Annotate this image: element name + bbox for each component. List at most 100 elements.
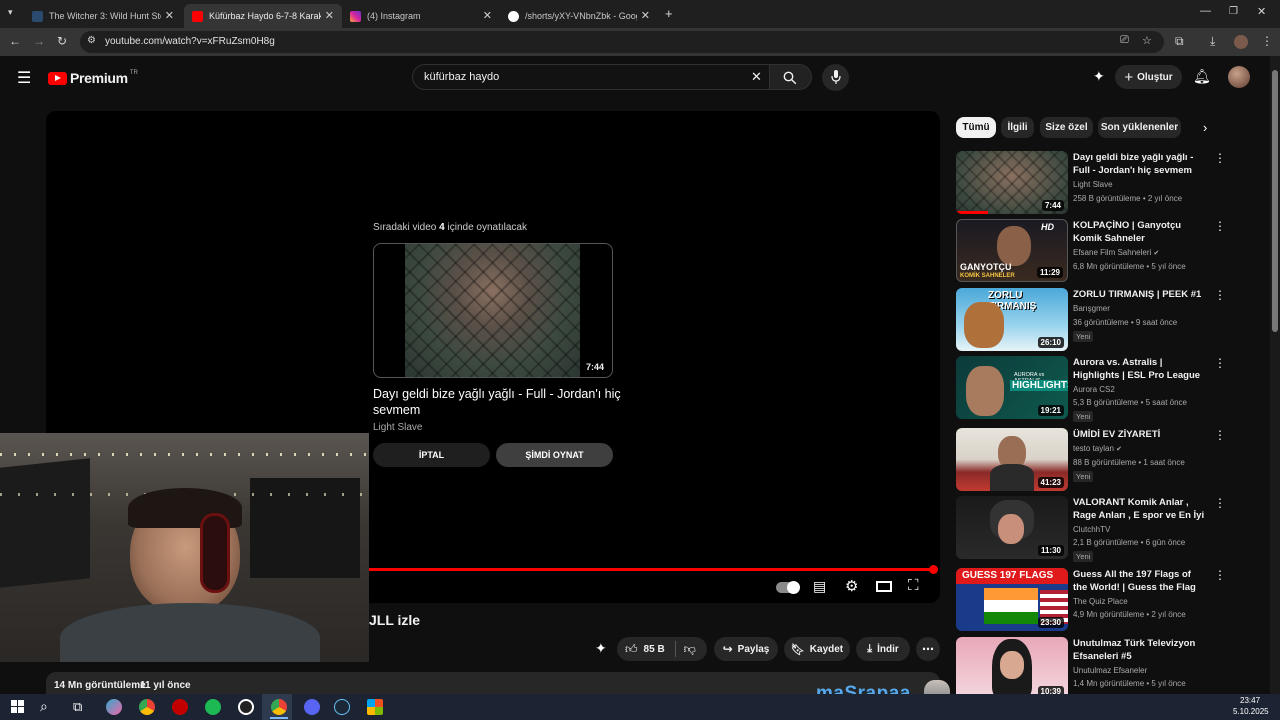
copilot-icon[interactable] — [106, 699, 122, 715]
forward-icon[interactable]: → — [33, 34, 45, 48]
recommendation-item[interactable]: AURORA vs ASTRALIS HIGHLIGHTS 19:21 Auro… — [956, 356, 1226, 422]
recommendation-channel[interactable]: Aurora CS2 — [1073, 385, 1115, 394]
save-button[interactable]: 🔖︎ Kaydet — [784, 637, 850, 661]
opera-icon[interactable] — [172, 699, 188, 715]
download-icon[interactable]: ⤓ — [1210, 34, 1215, 49]
tab-instagram[interactable]: (4) Instagram ✕ — [342, 4, 500, 28]
youtube-logo[interactable]: Premium TR — [48, 70, 138, 86]
app-icon[interactable] — [367, 699, 383, 715]
profile-avatar[interactable] — [1234, 35, 1248, 49]
autoplay-toggle[interactable] — [776, 581, 800, 594]
fullscreen-icon[interactable]: ⛶ — [908, 577, 919, 594]
recommendation-title[interactable]: Aurora vs. Astralis | Highlights | ESL P… — [1073, 356, 1207, 382]
filter-chip-all[interactable]: Tümü — [956, 117, 996, 138]
tab-youtube[interactable]: Küfürbaz Haydo 6-7-8 Karakol ✕ — [184, 4, 342, 28]
cancel-autoplay-button[interactable]: İPTAL — [373, 443, 490, 467]
upnext-thumbnail[interactable]: 7:44 — [373, 243, 613, 378]
recommendation-item[interactable]: ZORLU TIRMANIŞ 26:10 ZORLU TIRMANIŞ | PE… — [956, 288, 1226, 351]
search-input[interactable]: küfürbaz haydo ✕ — [412, 64, 770, 90]
close-tab-icon[interactable]: ✕ — [641, 9, 650, 22]
recommendation-menu-icon[interactable]: ⋮ — [1214, 496, 1226, 510]
progress-scrubber[interactable] — [929, 565, 938, 574]
clock-date[interactable]: 5.10.2025 — [1233, 707, 1269, 716]
video-thumbnail[interactable]: GUESS 197 FLAGS 23:30 — [956, 568, 1068, 631]
page-scrollbar[interactable] — [1270, 56, 1280, 694]
recommendation-channel[interactable]: The Quiz Place — [1073, 597, 1128, 606]
recommendation-channel[interactable]: ClutchhTV — [1073, 525, 1110, 534]
taskbar-search-icon[interactable]: ⌕ — [40, 698, 48, 715]
recommendation-menu-icon[interactable]: ⋮ — [1214, 637, 1216, 651]
window-close-icon[interactable]: ✕ — [1257, 5, 1266, 18]
download-button[interactable]: ⤓ İndir — [856, 637, 910, 661]
filter-chip-recent[interactable]: Son yüklenenler — [1098, 117, 1181, 138]
recommendation-channel[interactable]: Barışgmer — [1073, 304, 1110, 313]
notifications-bell-icon[interactable]: 🔔︎ — [1193, 68, 1211, 85]
recommendation-menu-icon[interactable]: ⋮ — [1214, 151, 1226, 165]
clear-search-icon[interactable]: ✕ — [751, 69, 762, 85]
recommendation-title[interactable]: ZORLU TIRMANIŞ | PEEK #1 — [1073, 288, 1207, 301]
recommendation-item[interactable]: 10:39 Unutulmaz Türk Televizyon Efsanele… — [956, 637, 1216, 694]
recommendation-channel[interactable]: testo taylan ✔ — [1073, 444, 1122, 453]
close-tab-icon[interactable]: ✕ — [325, 9, 334, 22]
recommendation-channel[interactable]: Light Slave — [1073, 180, 1113, 189]
clock-time[interactable]: 23:47 — [1240, 696, 1260, 705]
gemini-sparkle-icon[interactable]: ✦ — [1093, 68, 1105, 85]
recommendation-channel[interactable]: Efsane Film Sahneleri ✔ — [1073, 248, 1159, 257]
scrollbar-thumb[interactable] — [1272, 70, 1278, 332]
recommendation-menu-icon[interactable]: ⋮ — [1214, 356, 1226, 370]
menu-kebab-icon[interactable]: ⋮ — [1261, 34, 1273, 48]
recommendation-title[interactable]: Dayı geldi bize yağlı yağlı - Full - Jor… — [1073, 151, 1207, 177]
recommendation-item[interactable]: 7:44 Dayı geldi bize yağlı yağlı - Full … — [956, 151, 1226, 214]
recommendation-title[interactable]: Guess All the 197 Flags of the World! | … — [1073, 568, 1207, 594]
filter-chip-related[interactable]: İlgili — [1001, 117, 1034, 138]
recommendation-item[interactable]: 11:30 VALORANT Komik Anlar , Rage Anları… — [956, 496, 1226, 562]
minimize-icon[interactable]: — — [1200, 5, 1211, 17]
like-count[interactable]: 85 B — [644, 644, 665, 655]
search-button[interactable] — [770, 64, 812, 90]
extensions-icon[interactable]: ⧉ — [1175, 34, 1184, 49]
task-view-icon[interactable]: ⧉ — [73, 699, 82, 715]
voice-search-button[interactable] — [822, 64, 849, 91]
new-tab-button[interactable]: + — [665, 6, 673, 21]
recommendation-menu-icon[interactable]: ⋮ — [1214, 428, 1226, 442]
recommendation-title[interactable]: KOLPAÇİNO | Ganyotçu Komik Sahneler — [1073, 219, 1207, 245]
tab-witcher[interactable]: The Witcher 3: Wild Hunt Steam ✕ — [24, 4, 182, 28]
video-thumbnail[interactable]: AURORA vs ASTRALIS HIGHLIGHTS 19:21 — [956, 356, 1068, 419]
recommendation-item[interactable]: GUESS 197 FLAGS 23:30 Guess All the 197 … — [956, 568, 1226, 631]
steam-icon[interactable] — [334, 699, 350, 715]
video-thumbnail[interactable]: 10:39 — [956, 637, 1068, 694]
restore-icon[interactable]: ❐ — [1229, 6, 1238, 17]
address-bar[interactable]: ⚙ youtube.com/watch?v=xFRuZsm0H8g ⎚ ☆ — [80, 31, 1164, 53]
dislike-thumb-icon[interactable]: 👎︎ — [684, 642, 696, 657]
windows-start-icon[interactable] — [11, 700, 25, 714]
recommendation-item[interactable]: 41:23 ÜMİDİ EV ZİYARETİ testo taylan ✔ 8… — [956, 428, 1226, 491]
reload-icon[interactable]: ↻ — [57, 34, 67, 48]
recommendation-item[interactable]: HD GANYOTÇU KOMİK SAHNELER 11:29 KOLPAÇİ… — [956, 219, 1226, 282]
recommendation-title[interactable]: Unutulmaz Türk Televizyon Efsaneleri #5 — [1073, 637, 1207, 663]
account-avatar[interactable] — [1228, 66, 1250, 88]
theater-mode-icon[interactable] — [876, 581, 892, 592]
site-info-icon[interactable]: ⚙ — [87, 35, 96, 46]
bookmark-star-icon[interactable]: ☆ — [1142, 34, 1152, 47]
share-button[interactable]: ↪ Paylaş — [714, 637, 778, 661]
video-thumbnail[interactable]: ZORLU TIRMANIŞ 26:10 — [956, 288, 1068, 351]
tab-google[interactable]: /shorts/yXY-VNbnZbk - Google ✕ — [500, 4, 658, 28]
settings-gear-icon[interactable]: ⚙ — [845, 577, 858, 595]
spotify-icon[interactable] — [205, 699, 221, 715]
video-thumbnail[interactable]: HD GANYOTÇU KOMİK SAHNELER 11:29 — [956, 219, 1068, 282]
ask-ai-sparkle-icon[interactable]: ✦ — [595, 640, 607, 657]
video-thumbnail[interactable]: 11:30 — [956, 496, 1068, 559]
more-actions-button[interactable]: ⋯ — [916, 637, 940, 661]
url-text[interactable]: youtube.com/watch?v=xFRuZsm0H8g — [105, 36, 275, 47]
video-thumbnail[interactable]: 41:23 — [956, 428, 1068, 491]
obs-icon[interactable] — [238, 699, 254, 715]
tab-search-icon[interactable]: ▾ — [8, 7, 13, 18]
discord-icon[interactable] — [304, 699, 320, 715]
chips-next-chevron-icon[interactable]: › — [1203, 120, 1207, 135]
back-icon[interactable]: ← — [9, 34, 21, 48]
play-now-button[interactable]: ŞİMDİ OYNAT — [496, 443, 613, 467]
recommendation-title[interactable]: VALORANT Komik Anlar , Rage Anları , E s… — [1073, 496, 1207, 522]
subtitles-icon[interactable]: ▤ — [813, 578, 826, 595]
create-button[interactable]: + Oluştur — [1115, 65, 1182, 89]
video-thumbnail[interactable]: 7:44 — [956, 151, 1068, 214]
